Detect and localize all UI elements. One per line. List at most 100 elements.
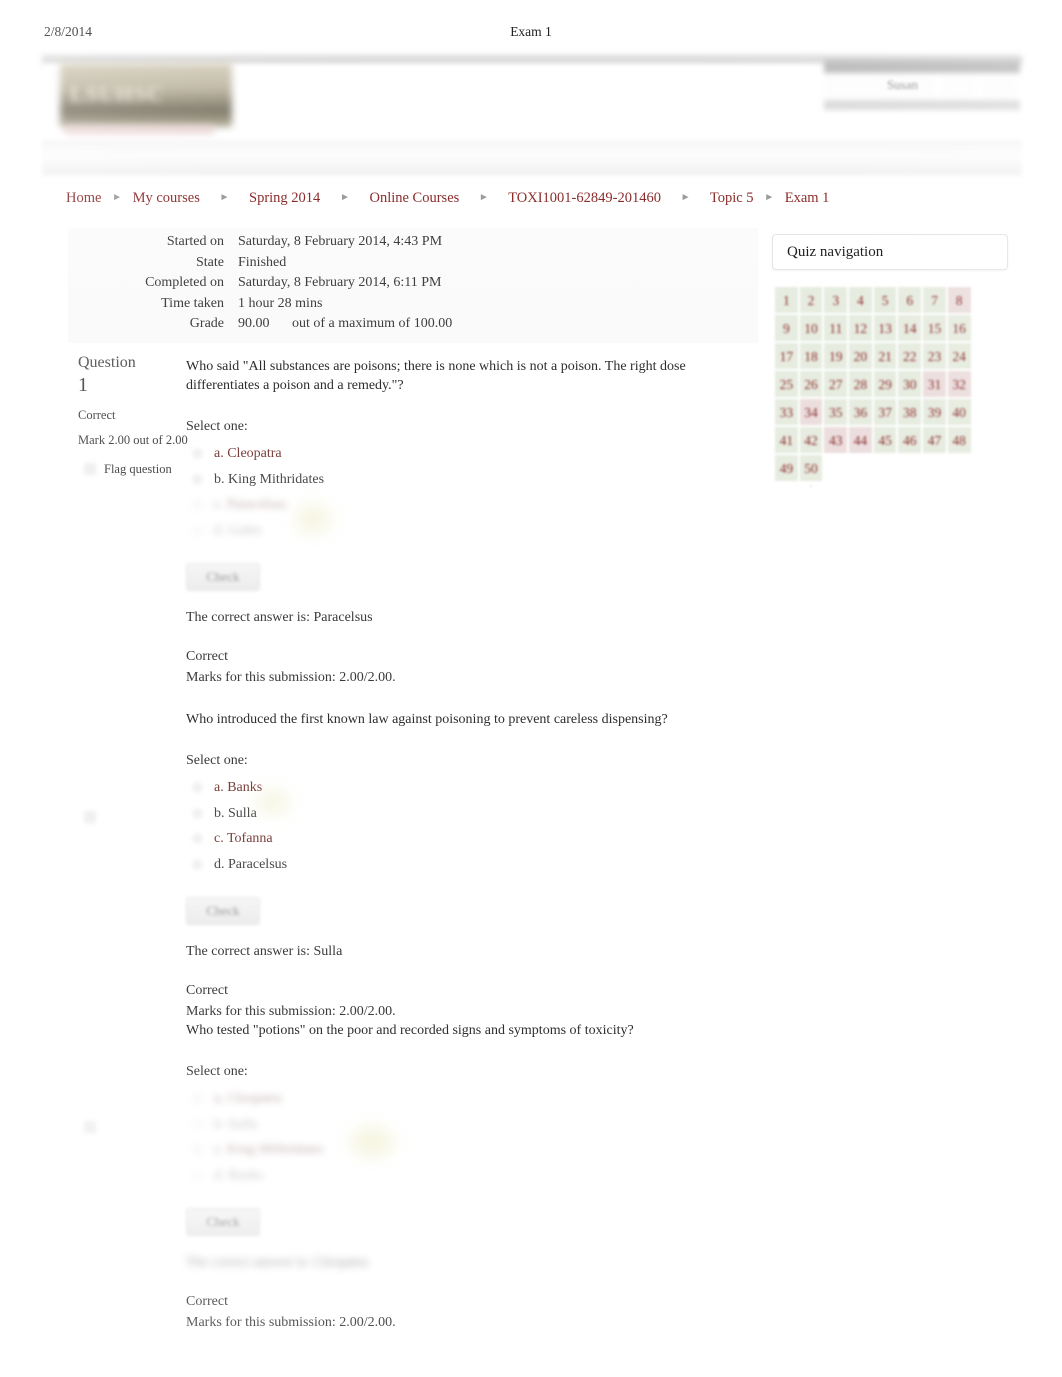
quiz-navigation-question-4[interactable]: 4 xyxy=(848,286,873,314)
answer-label: d. Banks xyxy=(214,1167,263,1183)
quiz-navigation-question-47[interactable]: 47 xyxy=(922,426,947,454)
quiz-navigation-question-31[interactable]: 31 xyxy=(922,370,947,398)
quiz-navigation-question-38[interactable]: 38 xyxy=(897,398,923,426)
quiz-navigation-question-14[interactable]: 14 xyxy=(897,314,923,342)
radio-icon[interactable] xyxy=(192,807,203,819)
quiz-navigation-question-35[interactable]: 35 xyxy=(823,398,849,426)
quiz-navigation-question-10[interactable]: 10 xyxy=(798,314,824,342)
quiz-navigation-question-23[interactable]: 23 xyxy=(922,342,947,370)
check-button[interactable]: Check xyxy=(186,1208,260,1236)
quiz-navigation-question-7[interactable]: 7 xyxy=(922,286,947,314)
quiz-navigation-question-48[interactable]: 48 xyxy=(946,426,972,454)
check-button[interactable]: Check xyxy=(186,563,260,591)
user-menu-icon-box-1[interactable] xyxy=(942,73,976,99)
answer-option-a[interactable]: a. Cleopatra xyxy=(186,441,746,467)
quiz-navigation-question-37[interactable]: 37 xyxy=(872,398,898,426)
quiz-navigation-question-33[interactable]: 33 xyxy=(774,398,799,426)
radio-icon[interactable] xyxy=(192,524,203,536)
quiz-navigation-question-41[interactable]: 41 xyxy=(774,426,799,454)
quiz-navigation-question-1[interactable]: 1 xyxy=(774,286,799,314)
quiz-navigation-question-5[interactable]: 5 xyxy=(872,286,898,314)
answer-list: a. Cleopatra b. King Mithridates c. Para… xyxy=(186,441,746,543)
radio-icon[interactable] xyxy=(192,858,203,870)
quiz-navigation-question-18[interactable]: 18 xyxy=(798,342,824,370)
site-navbar[interactable] xyxy=(42,141,1022,175)
answer-option-c[interactable]: c. Tofanna xyxy=(186,826,746,852)
radio-icon[interactable] xyxy=(192,473,203,485)
quiz-navigation-question-8[interactable]: 8 xyxy=(946,286,972,314)
quiz-navigation-question-43[interactable]: 43 xyxy=(823,426,849,454)
flag-question-toggle[interactable]: Flag question xyxy=(78,462,188,477)
breadcrumb-item-topic-5[interactable]: Topic 5 xyxy=(710,190,754,206)
quiz-navigation-question-30[interactable]: 30 xyxy=(897,370,923,398)
quiz-navigation-question-44[interactable]: 44 xyxy=(848,426,873,454)
radio-icon[interactable] xyxy=(192,833,203,844)
quiz-navigation-question-29[interactable]: 29 xyxy=(872,370,898,398)
quiz-navigation-question-13[interactable]: 13 xyxy=(872,314,898,342)
breadcrumb-item-home[interactable]: Home xyxy=(66,190,101,206)
quiz-navigation-question-17[interactable]: 17 xyxy=(774,342,799,370)
quiz-navigation-question-16[interactable]: 16 xyxy=(946,314,972,342)
quiz-navigation-question-26[interactable]: 26 xyxy=(798,370,824,398)
check-button[interactable]: Check xyxy=(186,897,260,925)
quiz-navigation-question-15[interactable]: 15 xyxy=(922,314,947,342)
radio-icon[interactable] xyxy=(192,499,203,510)
breadcrumb-item-online-courses[interactable]: Online Courses xyxy=(369,190,459,206)
quiz-navigation-question-19[interactable]: 19 xyxy=(823,342,849,370)
answer-option-a[interactable]: a. Cleopatra xyxy=(186,1086,746,1112)
quiz-navigation-question-2[interactable]: 2 xyxy=(798,286,824,314)
radio-icon[interactable] xyxy=(192,1093,203,1104)
quiz-navigation-question-40[interactable]: 40 xyxy=(946,398,972,426)
answer-label: c. Paracelsus xyxy=(214,497,287,512)
quiz-navigation-row: 17 18 19 20 21 22 23 24 xyxy=(774,342,1006,370)
breadcrumb-separator-icon: ► xyxy=(478,192,489,203)
answer-option-d[interactable]: d. Galen xyxy=(186,518,746,544)
radio-icon[interactable] xyxy=(192,1118,203,1130)
answer-option-d[interactable]: d. Banks xyxy=(186,1163,746,1189)
quiz-navigation-question-6[interactable]: 6 xyxy=(897,286,923,314)
quiz-navigation-question-46[interactable]: 46 xyxy=(897,426,923,454)
breadcrumb-item-course-code[interactable]: TOXI1001-62849-201460 xyxy=(508,190,661,206)
question-mark: Mark 2.00 out of 2.00 xyxy=(78,433,188,447)
user-menu-bar xyxy=(824,60,1020,73)
quiz-navigation-question-3[interactable]: 3 xyxy=(823,286,849,314)
quiz-navigation-question-11[interactable]: 11 xyxy=(823,314,849,342)
breadcrumb-item-my-courses[interactable]: My courses xyxy=(133,190,200,206)
quiz-navigation-question-32[interactable]: 32 xyxy=(946,370,972,398)
radio-icon[interactable] xyxy=(192,1169,203,1181)
quiz-navigation-question-42[interactable]: 42 xyxy=(798,426,824,454)
quiz-navigation-question-34[interactable]: 34 xyxy=(798,398,824,426)
answer-option-c[interactable]: c. Paracelsus xyxy=(186,492,746,518)
answer-option-b[interactable]: b. King Mithridates xyxy=(186,467,746,493)
answer-option-b[interactable]: b. Sulla xyxy=(186,1112,746,1138)
quiz-navigation-question-49[interactable]: 49 xyxy=(774,454,799,482)
quiz-navigation-question-21[interactable]: 21 xyxy=(872,342,898,370)
quiz-navigation-question-50[interactable]: 50 xyxy=(798,454,824,482)
answer-option-d[interactable]: d. Paracelsus xyxy=(186,852,746,878)
print-header: 2/8/2014 Exam 1 xyxy=(0,24,1062,46)
breadcrumb-item-exam-1[interactable]: Exam 1 xyxy=(785,190,830,206)
radio-icon[interactable] xyxy=(192,1144,203,1155)
quiz-navigation-cell-empty xyxy=(897,454,922,482)
quiz-navigation-question-25[interactable]: 25 xyxy=(774,370,799,398)
quiz-navigation-question-45[interactable]: 45 xyxy=(872,426,898,454)
quiz-navigation-question-22[interactable]: 22 xyxy=(897,342,923,370)
summary-row-state: State Finished xyxy=(68,253,758,274)
quiz-navigation-question-12[interactable]: 12 xyxy=(848,314,873,342)
quiz-navigation-question-39[interactable]: 39 xyxy=(922,398,947,426)
user-menu-icon-box-2[interactable] xyxy=(982,73,1016,99)
correct-answer-text: The correct answer is: Cleopatra xyxy=(186,1255,368,1270)
radio-icon[interactable] xyxy=(192,782,203,793)
user-menu[interactable] xyxy=(824,60,1020,112)
answer-option-c[interactable]: c. King Mithridates xyxy=(186,1137,746,1163)
quiz-navigation-row: 49 50 xyxy=(774,454,1006,482)
radio-icon[interactable] xyxy=(192,448,203,459)
quiz-navigation-question-36[interactable]: 36 xyxy=(848,398,873,426)
question-text: Who introduced the first known law again… xyxy=(186,712,668,727)
quiz-navigation-question-24[interactable]: 24 xyxy=(946,342,972,370)
breadcrumb-item-spring-2014[interactable]: Spring 2014 xyxy=(249,190,320,206)
quiz-navigation-question-28[interactable]: 28 xyxy=(848,370,873,398)
quiz-navigation-question-9[interactable]: 9 xyxy=(774,314,799,342)
quiz-navigation-question-27[interactable]: 27 xyxy=(823,370,849,398)
quiz-navigation-question-20[interactable]: 20 xyxy=(848,342,873,370)
